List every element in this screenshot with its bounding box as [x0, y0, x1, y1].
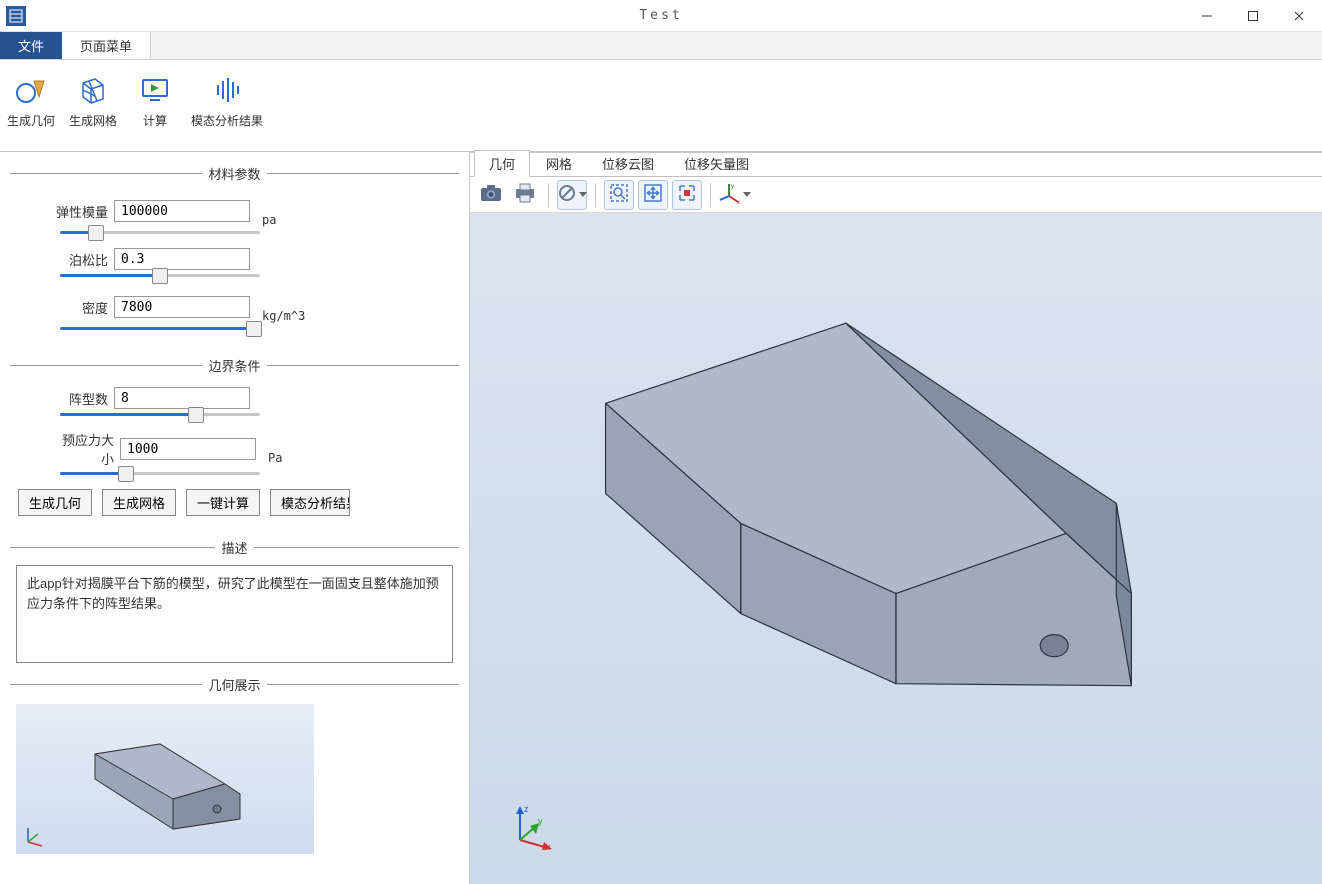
svg-text:y: y: [538, 816, 543, 826]
slider-elastic-modulus[interactable]: [60, 231, 260, 234]
label-elastic-modulus: 弹性模量: [50, 202, 108, 221]
unit-preload: Pa: [268, 451, 282, 465]
axes-icon: xy: [718, 182, 740, 207]
slider-mode-count[interactable]: [60, 413, 260, 416]
ribbon-label: 模态分析结果: [191, 112, 263, 129]
group-material: 材料参数 弹性模量 pa 泊松比 密度 kg/m^3: [10, 164, 459, 348]
group-boundary: 边界条件 阵型数 预应力大小 Pa 生成几何 生成网格 一键计算 模态分析结果: [10, 356, 459, 530]
minimize-button[interactable]: [1184, 0, 1230, 32]
close-button[interactable]: [1276, 0, 1322, 32]
window-title: Test: [639, 8, 682, 23]
svg-text:z: z: [524, 804, 529, 814]
viewer-tab-mesh[interactable]: 网格: [532, 151, 586, 176]
group-title: 描述: [215, 538, 253, 557]
svg-text:y: y: [731, 184, 734, 190]
input-density[interactable]: [114, 296, 250, 318]
zoom-extents-icon: [643, 183, 663, 206]
menu-tabstrip: 文件 页面菜单: [0, 32, 1322, 60]
ribbon-generate-mesh[interactable]: 生成网格: [62, 68, 124, 151]
camera-icon: [480, 184, 502, 205]
tab-file[interactable]: 文件: [0, 32, 62, 59]
titlebar: Test: [0, 0, 1322, 32]
viewer-tab-geometry[interactable]: 几何: [474, 150, 530, 177]
btn-one-click-compute[interactable]: 一键计算: [186, 489, 260, 516]
btn-generate-mesh[interactable]: 生成网格: [102, 489, 176, 516]
model-render: [470, 213, 1322, 884]
group-title: 材料参数: [202, 164, 266, 183]
mesh-icon: [76, 72, 110, 108]
print-button[interactable]: [510, 180, 540, 210]
input-preload[interactable]: [120, 438, 256, 460]
viewer-tabs: 几何 网格 位移云图 位移矢量图: [470, 153, 1322, 177]
screenshot-button[interactable]: [476, 180, 506, 210]
viewer-toolbar: xy: [470, 177, 1322, 213]
group-description: 描述 此app针对揭膜平台下筋的模型，研究了此模型在一面固支且整体施加预应力条件…: [10, 538, 459, 667]
group-title: 边界条件: [202, 356, 266, 375]
label-preload: 预应力大小: [50, 430, 114, 468]
btn-generate-geometry[interactable]: 生成几何: [18, 489, 92, 516]
view-orientation-button[interactable]: xy: [719, 180, 749, 210]
selection-mode-button[interactable]: [557, 180, 587, 210]
zoom-box-icon: [609, 183, 629, 206]
zoom-select-icon: [677, 183, 697, 206]
label-density: 密度: [50, 298, 108, 317]
geometry-thumbnail: [16, 704, 314, 854]
results-icon: [210, 72, 244, 108]
group-title: 几何展示: [202, 675, 266, 694]
input-poisson[interactable]: [114, 248, 250, 270]
parameters-panel: 材料参数 弹性模量 pa 泊松比 密度 kg/m^3 边界条件 阵型: [0, 152, 470, 884]
tab-page-menu[interactable]: 页面菜单: [62, 32, 151, 59]
ribbon: 生成几何 生成网格 计算 模态分析结果: [0, 60, 1322, 152]
group-geometry-preview: 几何展示: [10, 675, 459, 858]
3d-viewport[interactable]: z y x: [470, 213, 1322, 884]
zoom-box-button[interactable]: [604, 180, 634, 210]
btn-modal-results[interactable]: 模态分析结果: [270, 489, 350, 516]
label-mode-count: 阵型数: [50, 389, 108, 408]
ribbon-generate-geometry[interactable]: 生成几何: [0, 68, 62, 151]
viewer-panel: 几何 网格 位移云图 位移矢量图 xy: [470, 152, 1322, 884]
orientation-axes-icon: z y x: [506, 802, 556, 852]
ribbon-compute[interactable]: 计算: [124, 68, 186, 151]
label-poisson: 泊松比: [50, 250, 108, 269]
printer-icon: [514, 183, 536, 206]
unit-density: kg/m^3: [262, 309, 305, 323]
unit-elastic: pa: [262, 213, 276, 227]
viewer-tab-displacement[interactable]: 位移云图: [588, 151, 668, 176]
slider-poisson[interactable]: [60, 274, 260, 277]
ribbon-label: 生成几何: [7, 112, 55, 129]
zoom-extents-button[interactable]: [638, 180, 668, 210]
input-mode-count[interactable]: [114, 387, 250, 409]
zoom-selected-button[interactable]: [672, 180, 702, 210]
input-elastic-modulus[interactable]: [114, 200, 250, 222]
slider-preload[interactable]: [60, 472, 260, 475]
svg-text:x: x: [546, 842, 551, 852]
app-icon: [6, 6, 26, 26]
ribbon-modal-results[interactable]: 模态分析结果: [186, 68, 268, 151]
description-text: 此app针对揭膜平台下筋的模型，研究了此模型在一面固支且整体施加预应力条件下的阵…: [16, 565, 453, 663]
svg-text:x: x: [737, 200, 740, 204]
compute-icon: [138, 72, 172, 108]
ribbon-label: 计算: [143, 112, 167, 129]
viewer-tab-vector[interactable]: 位移矢量图: [670, 151, 763, 176]
slider-density[interactable]: [60, 327, 260, 330]
ribbon-label: 生成网格: [69, 112, 117, 129]
geometry-icon: [14, 72, 48, 108]
maximize-button[interactable]: [1230, 0, 1276, 32]
no-select-icon: [558, 184, 576, 205]
